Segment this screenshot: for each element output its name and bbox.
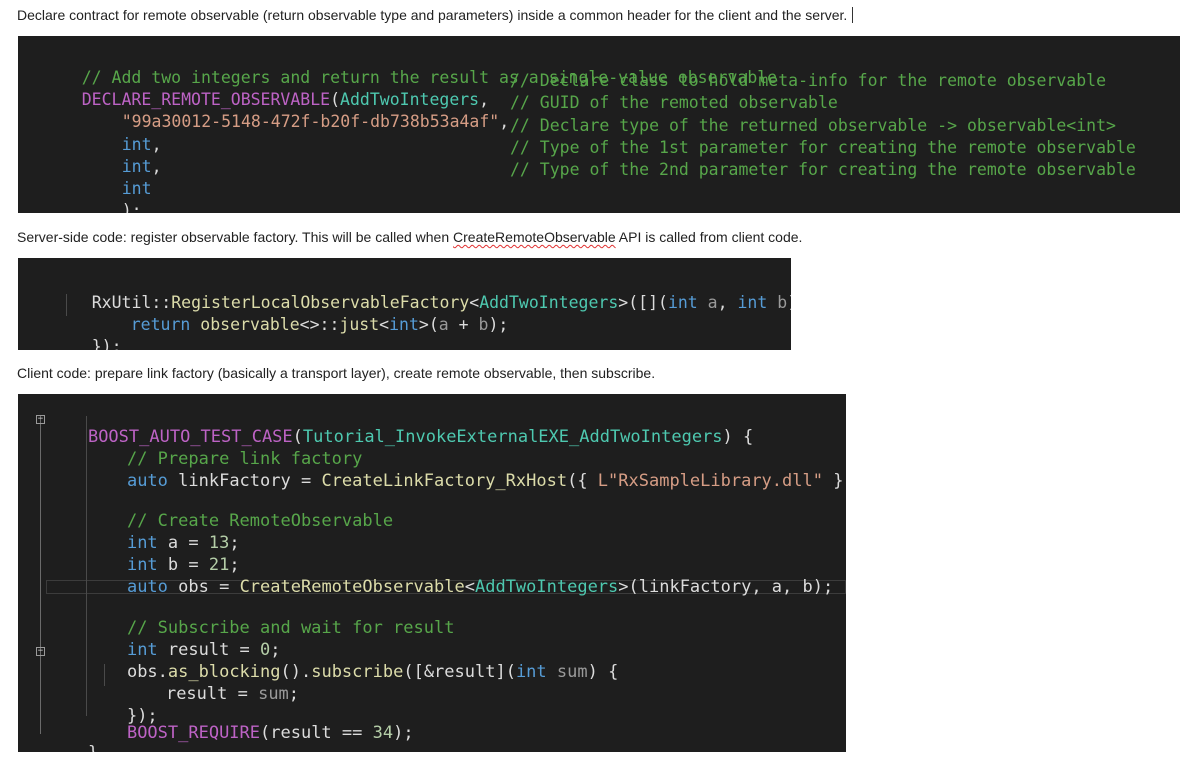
code-comment: // Declare class to hold meta-info for t… [510, 71, 1107, 90]
code-line: }); [91, 337, 122, 350]
api-name: CreateRemoteObservable [453, 229, 616, 245]
code-block-contract: // Add two integers and return the resul… [18, 36, 1180, 213]
collapse-icon[interactable]: − [36, 647, 45, 656]
code-comment: // GUID of the remoted observable [510, 93, 838, 112]
text-cursor [852, 7, 853, 23]
code-comment: // Declare type of the returned observab… [510, 116, 1116, 135]
code-comment: // Type of the 2nd parameter for creatin… [510, 160, 1136, 179]
code-line: } [47, 723, 98, 752]
code-line: BOOST_REQUIRE(result == 34); [126, 723, 414, 743]
code-block-client: − − BOOST_AUTO_TEST_CASE(Tutorial_Invoke… [18, 394, 846, 752]
code-line: return observable<>::just<int>(a + b); [130, 315, 509, 334]
code-line: ); [121, 201, 142, 213]
client-paragraph: Client code: prepare link factory (basic… [17, 365, 656, 381]
code-comment: // Type of the 1st parameter for creatin… [510, 138, 1136, 157]
intro-paragraph: Declare contract for remote observable (… [17, 7, 847, 23]
fold-guide [40, 658, 41, 708]
intro-text: Declare contract for remote observable (… [17, 7, 848, 23]
server-paragraph: Server-side code: register observable fa… [17, 229, 803, 245]
code-block-server: RxUtil::RegisterLocalObservableFactory<A… [18, 258, 791, 350]
collapse-icon[interactable]: − [36, 415, 45, 424]
